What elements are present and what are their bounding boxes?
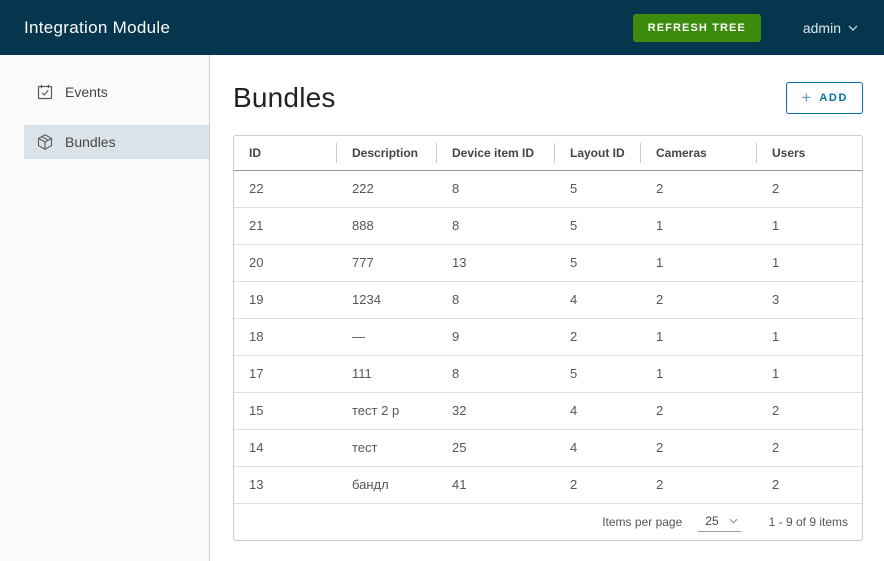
table-cell: 1 <box>641 355 757 392</box>
table-cell: 777 <box>337 244 437 281</box>
table-cell: 20 <box>234 244 337 281</box>
table-cell: 4 <box>555 392 641 429</box>
table-cell: 2 <box>757 170 862 207</box>
table-cell: 5 <box>555 207 641 244</box>
table-cell: тест <box>337 429 437 466</box>
items-per-page-label: Items per page <box>602 515 682 529</box>
page-title: Bundles <box>233 82 336 114</box>
table-cell: 888 <box>337 207 437 244</box>
plus-icon: + <box>801 89 811 106</box>
column-header-id: ID <box>234 136 337 170</box>
chevron-down-icon <box>729 518 738 524</box>
table-cell: 18 <box>234 318 337 355</box>
table-cell: 32 <box>437 392 555 429</box>
table-body: 2222285222188885112077713511191234842318… <box>234 170 862 503</box>
title-row: Bundles + ADD <box>233 82 863 114</box>
table-cell: 13 <box>234 466 337 503</box>
table-row[interactable]: 2077713511 <box>234 244 862 281</box>
table-cell: 4 <box>555 281 641 318</box>
cube-icon <box>36 133 54 151</box>
add-button[interactable]: + ADD <box>786 82 863 114</box>
items-per-page-value: 25 <box>705 514 718 528</box>
table-cell: 9 <box>437 318 555 355</box>
table-cell: 1 <box>757 244 862 281</box>
add-button-label: ADD <box>819 92 848 104</box>
pagination-range: 1 - 9 of 9 items <box>769 515 848 529</box>
refresh-tree-button[interactable]: REFRESH TREE <box>633 14 761 42</box>
table-cell: 2 <box>757 466 862 503</box>
table-cell: 2 <box>757 429 862 466</box>
table-cell: 3 <box>757 281 862 318</box>
chevron-down-icon <box>848 25 858 31</box>
table-cell: 1 <box>641 244 757 281</box>
table-cell: бандл <box>337 466 437 503</box>
table-cell: 2 <box>641 429 757 466</box>
column-header-users: Users <box>757 136 862 170</box>
table-cell: тест 2 р <box>337 392 437 429</box>
table-cell: 1 <box>757 355 862 392</box>
table-cell: 21 <box>234 207 337 244</box>
sidebar: Events Bundles <box>0 55 210 561</box>
column-header-device-item-id: Device item ID <box>437 136 555 170</box>
table-row[interactable]: 218888511 <box>234 207 862 244</box>
content-area: Events Bundles Bundles + ADD <box>0 55 884 561</box>
table-row[interactable]: 18—9211 <box>234 318 862 355</box>
table-cell: 17 <box>234 355 337 392</box>
table-header-row: IDDescriptionDevice item IDLayout IDCame… <box>234 136 862 170</box>
table-cell: 2 <box>555 318 641 355</box>
table-cell: 19 <box>234 281 337 318</box>
sidebar-item-bundles[interactable]: Bundles <box>24 125 209 159</box>
table-cell: 2 <box>641 281 757 318</box>
table-cell: 8 <box>437 355 555 392</box>
table-cell: 41 <box>437 466 555 503</box>
table-cell: 2 <box>757 392 862 429</box>
table-cell: 222 <box>337 170 437 207</box>
table-row[interactable]: 15тест 2 р32422 <box>234 392 862 429</box>
items-per-page-select[interactable]: 25 <box>698 512 740 532</box>
table-cell: 2 <box>641 170 757 207</box>
table-cell: 1 <box>641 207 757 244</box>
app-header: Integration Module REFRESH TREE admin <box>0 0 884 55</box>
table-cell: 2 <box>641 466 757 503</box>
bundles-table: IDDescriptionDevice item IDLayout IDCame… <box>234 136 862 503</box>
main-panel: Bundles + ADD IDDescriptionDevice item I… <box>210 55 884 561</box>
table-cell: 8 <box>437 281 555 318</box>
user-menu-label: admin <box>803 20 841 36</box>
sidebar-item-label: Bundles <box>65 134 116 150</box>
sidebar-item-events[interactable]: Events <box>24 75 209 109</box>
table-cell: 1234 <box>337 281 437 318</box>
table-cell: 8 <box>437 207 555 244</box>
table-row[interactable]: 14тест25422 <box>234 429 862 466</box>
table-cell: 5 <box>555 355 641 392</box>
table-cell: 2 <box>555 466 641 503</box>
app-title: Integration Module <box>24 18 170 38</box>
table-cell: 22 <box>234 170 337 207</box>
table-cell: 1 <box>757 207 862 244</box>
table-cell: 15 <box>234 392 337 429</box>
table-cell: 8 <box>437 170 555 207</box>
bundles-datagrid: IDDescriptionDevice item IDLayout IDCame… <box>233 135 863 541</box>
table-row[interactable]: 1912348423 <box>234 281 862 318</box>
table-cell: 2 <box>641 392 757 429</box>
user-menu[interactable]: admin <box>803 20 858 36</box>
table-cell: 111 <box>337 355 437 392</box>
table-row[interactable]: 171118511 <box>234 355 862 392</box>
table-row[interactable]: 222228522 <box>234 170 862 207</box>
table-cell: — <box>337 318 437 355</box>
table-cell: 13 <box>437 244 555 281</box>
sidebar-item-label: Events <box>65 84 108 100</box>
datagrid-footer: Items per page 25 1 - 9 of 9 items <box>234 503 862 540</box>
table-cell: 5 <box>555 244 641 281</box>
table-cell: 25 <box>437 429 555 466</box>
calendar-check-icon <box>36 83 54 101</box>
column-header-cameras: Cameras <box>641 136 757 170</box>
table-row[interactable]: 13бандл41222 <box>234 466 862 503</box>
table-cell: 1 <box>641 318 757 355</box>
table-cell: 4 <box>555 429 641 466</box>
column-header-description: Description <box>337 136 437 170</box>
table-cell: 14 <box>234 429 337 466</box>
table-cell: 5 <box>555 170 641 207</box>
table-cell: 1 <box>757 318 862 355</box>
column-header-layout-id: Layout ID <box>555 136 641 170</box>
